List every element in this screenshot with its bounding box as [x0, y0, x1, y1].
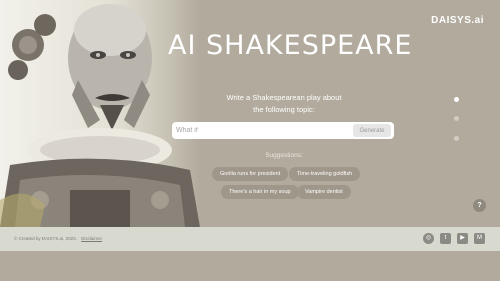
suggestion-chip[interactable]: There's a hair in my soup — [221, 185, 299, 199]
suggestion-chip[interactable]: Vampire dentist — [297, 185, 351, 199]
disclaimer-link[interactable]: Disclaimer — [81, 236, 102, 241]
pagination-dot-active[interactable] — [454, 97, 459, 102]
prompt-text-line-1: Write a Shakespearean play about — [226, 93, 342, 102]
pagination-dot[interactable] — [454, 136, 459, 141]
pagination-dot[interactable] — [454, 116, 459, 121]
youtube-icon[interactable]: ▶ — [457, 233, 468, 244]
topic-input[interactable] — [176, 124, 346, 137]
copyright-text: © Created by DAISYS.ai, 2023. — [14, 236, 77, 241]
prompt-text-line-2: the following topic: — [253, 105, 315, 114]
suggestion-chip[interactable]: Gorilla runs for president — [212, 167, 289, 181]
medium-icon[interactable]: M — [474, 233, 485, 244]
suggestion-chip[interactable]: Time-traveling goldfish — [289, 167, 361, 181]
page-title: AI SHAKESPEARE — [168, 30, 413, 61]
suggestions-label: Suggestions: — [265, 152, 303, 159]
instagram-icon[interactable]: ◎ — [423, 233, 434, 244]
help-button[interactable]: ? — [473, 199, 486, 212]
footer-copyright: © Created by DAISYS.ai, 2023. Disclaimer — [14, 236, 102, 241]
twitter-icon[interactable]: t — [440, 233, 451, 244]
footer: © Created by DAISYS.ai, 2023. Disclaimer… — [0, 227, 500, 251]
brand-logo[interactable]: DAISYS.ai — [431, 15, 484, 26]
generate-button[interactable]: Generate — [353, 124, 391, 137]
bottom-band — [0, 251, 500, 281]
topic-search-box: Generate — [172, 122, 394, 139]
